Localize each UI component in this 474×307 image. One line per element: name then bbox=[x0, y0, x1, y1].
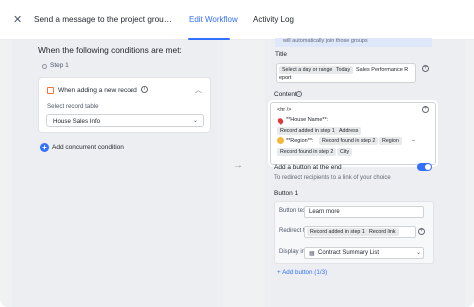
record-table-select[interactable]: House Sales Info ⌄ bbox=[46, 114, 204, 127]
redirect-input[interactable]: Record added in step 1 Record link bbox=[304, 226, 416, 238]
dash-text: – bbox=[412, 138, 416, 144]
variable-chip[interactable]: Select a day or range bbox=[279, 66, 336, 74]
house-name-text: **House Name**: bbox=[286, 117, 329, 123]
button-config-card: Button text Learn more Redirect to Recor… bbox=[274, 201, 434, 264]
variable-chip[interactable]: City bbox=[337, 148, 353, 156]
add-concurrent-condition-label: Add concurrent condition bbox=[52, 144, 124, 151]
record-add-icon bbox=[47, 87, 54, 94]
display-in-label: Display in bbox=[279, 249, 306, 255]
step-label: Step 1 bbox=[50, 62, 69, 69]
workflow-dialog: ✕ Send a message to the project grou… Ed… bbox=[0, 0, 474, 307]
pin-icon bbox=[276, 117, 285, 125]
variable-chip[interactable]: Today bbox=[333, 66, 354, 74]
close-icon[interactable]: ✕ bbox=[13, 15, 23, 26]
variable-chip[interactable]: Region bbox=[379, 137, 402, 145]
step-radio-icon bbox=[42, 64, 47, 69]
button-section-title: Button 1 bbox=[274, 190, 299, 197]
workflow-canvas: → When the following conditions are met:… bbox=[0, 38, 474, 307]
button-text-value: Learn more bbox=[309, 209, 340, 215]
button-text-input[interactable]: Learn more bbox=[304, 206, 424, 218]
trigger-card: When adding a new record ⌄ i ︿ Select re… bbox=[38, 77, 211, 133]
add-button-end-toggle[interactable] bbox=[417, 163, 432, 171]
variable-chip[interactable]: Record found in step 2 bbox=[277, 148, 337, 156]
chevron-down-icon: ⌄ bbox=[416, 250, 422, 256]
person-icon bbox=[277, 137, 284, 144]
info-icon[interactable]: i bbox=[141, 86, 148, 93]
title-text: Sales Performance R bbox=[356, 67, 409, 73]
record-table-value: House Sales Info bbox=[53, 118, 101, 125]
title-label: Title bbox=[275, 51, 288, 58]
add-button-end-label: Add a button at the end bbox=[274, 164, 342, 171]
hr-tag: <hr /> bbox=[277, 107, 292, 113]
display-in-select[interactable]: ▦ Contract Summary List ⌄ bbox=[304, 247, 424, 259]
chevron-down-icon: ⌄ bbox=[192, 118, 198, 124]
content-label: Content bbox=[274, 91, 297, 98]
variable-chip[interactable]: Record found in step 2 bbox=[319, 137, 379, 145]
conditions-title: When the following conditions are met: bbox=[38, 45, 182, 55]
toggle-knob bbox=[425, 164, 431, 170]
display-in-value: Contract Summary List bbox=[318, 250, 380, 256]
trigger-select[interactable]: When adding a new record bbox=[58, 87, 137, 94]
content-editor[interactable]: <hr /> + **House Name**: Record added in… bbox=[270, 102, 436, 165]
tab-activity-log[interactable]: Activity Log bbox=[253, 15, 294, 24]
variable-chip[interactable]: Record link bbox=[366, 228, 399, 236]
plus-icon: + bbox=[40, 143, 49, 152]
variable-chip[interactable]: Address bbox=[336, 127, 362, 135]
info-note: will automatically join those groups bbox=[275, 38, 432, 47]
variable-chip[interactable]: Record added in step 1 bbox=[307, 228, 368, 236]
variable-chip[interactable]: Record added in step 1 bbox=[277, 127, 338, 135]
arrow-right-icon: → bbox=[233, 160, 243, 171]
chevron-down-icon[interactable]: ⌄ bbox=[129, 86, 134, 94]
table-icon: ▦ bbox=[309, 251, 315, 257]
add-button-link[interactable]: + Add button (1/3) bbox=[277, 269, 327, 276]
insert-variable-icon[interactable]: + bbox=[422, 65, 429, 72]
top-bar: ✕ Send a message to the project grou… Ed… bbox=[0, 0, 474, 40]
title-text-wrap: eport bbox=[279, 75, 292, 81]
select-record-table-label: Select record table bbox=[47, 103, 99, 110]
dialog-title: Send a message to the project grou… bbox=[34, 15, 172, 24]
info-icon[interactable]: i bbox=[296, 91, 302, 97]
tab-edit-workflow[interactable]: Edit Workflow bbox=[189, 15, 238, 24]
insert-variable-icon[interactable]: + bbox=[418, 228, 425, 235]
redirect-hint: To redirect recipients to a link of your… bbox=[274, 175, 391, 181]
title-input[interactable]: Select a day or range Today Sales Perfor… bbox=[276, 63, 416, 83]
insert-variable-icon[interactable]: + bbox=[422, 106, 429, 113]
collapse-up-icon[interactable]: ︿ bbox=[195, 85, 202, 95]
region-text: **Region**: bbox=[286, 138, 314, 144]
